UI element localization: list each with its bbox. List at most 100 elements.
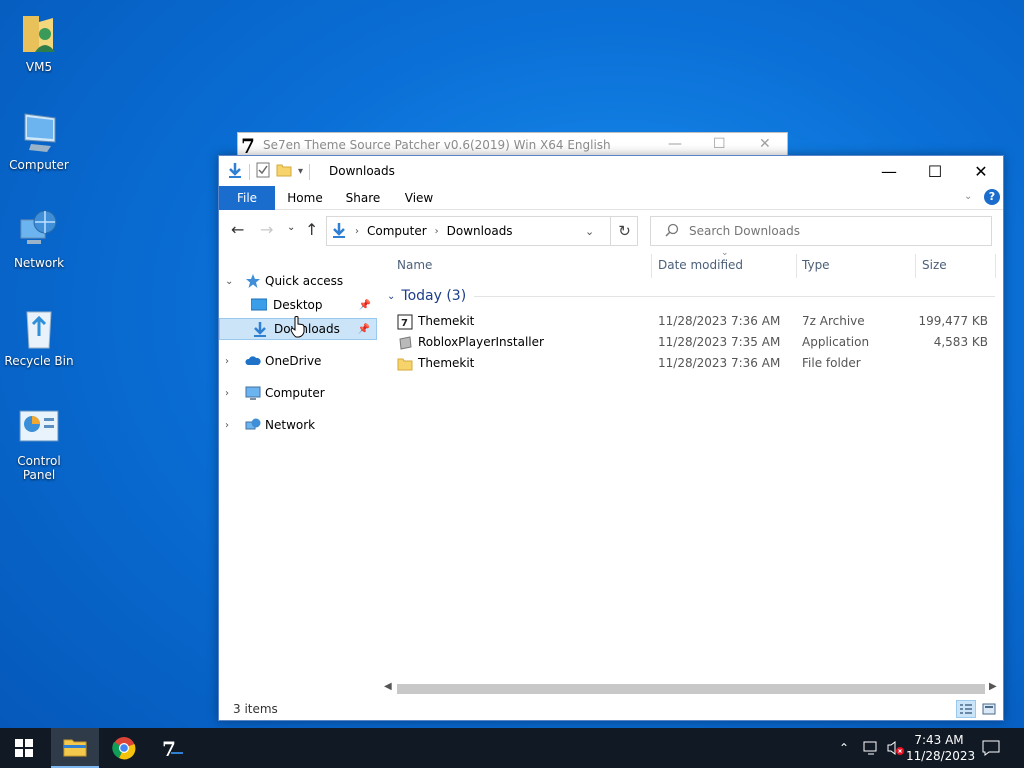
customize-toolbar-chevron-icon[interactable]: ▾ <box>298 166 303 177</box>
file-type: File folder <box>802 356 861 370</box>
minimize-button[interactable]: — <box>866 156 912 186</box>
close-button[interactable]: ✕ <box>958 156 1004 186</box>
recent-locations-chevron-icon[interactable]: ⌄ <box>287 222 295 233</box>
network-status-icon[interactable] <box>862 728 880 768</box>
horizontal-scrollbar[interactable]: ◀ ▶ <box>381 681 1001 697</box>
archive-icon: 7 <box>397 314 413 330</box>
pin-icon[interactable]: 📌 <box>358 324 370 335</box>
minimize-icon[interactable]: — <box>668 136 682 152</box>
desktop-icon-label: Recycle Bin <box>4 354 74 368</box>
column-header-size[interactable]: Size <box>922 250 947 280</box>
column-header-type[interactable]: Type <box>802 250 830 280</box>
divider <box>249 163 250 180</box>
desktop-icon-recycle-bin[interactable]: Recycle Bin <box>0 306 78 368</box>
group-header-today[interactable]: ⌄ Today (3) <box>385 286 995 306</box>
desktop-icon-computer[interactable]: Computer <box>0 110 78 172</box>
file-name: RobloxPlayerInstaller <box>418 335 544 349</box>
breadcrumb-separator-icon: › <box>434 225 439 237</box>
scrollbar-thumb[interactable] <box>397 684 985 694</box>
properties-icon[interactable] <box>256 162 270 181</box>
desktop-icon-control-panel[interactable]: Control Panel <box>0 406 78 482</box>
divider <box>474 295 995 297</box>
patcher-window-title: Se7en Theme Source Patcher v0.6(2019) Wi… <box>263 138 611 152</box>
desktop-icon-vm5[interactable]: VM5 <box>0 12 78 74</box>
collapse-chevron-icon[interactable]: ⌄ <box>387 291 395 302</box>
file-date: 11/28/2023 7:36 AM <box>658 356 781 370</box>
address-dropdown-icon[interactable]: ⌄ <box>585 225 594 238</box>
breadcrumb-downloads[interactable]: Downloads <box>447 224 513 238</box>
maximize-button[interactable]: ☐ <box>912 156 958 186</box>
taskbar-chrome[interactable] <box>100 728 148 768</box>
maximize-icon[interactable]: ☐ <box>713 136 726 152</box>
mouse-cursor-icon <box>290 316 306 341</box>
up-arrow-icon[interactable]: ↑ <box>305 220 318 239</box>
file-date: 11/28/2023 7:35 AM <box>658 335 781 349</box>
system-clock[interactable]: 7:43 AM 11/28/2023 <box>906 732 975 764</box>
table-row[interactable]: Themekit 11/28/2023 7:36 AM File folder <box>385 353 995 374</box>
nav-item-quick-access[interactable]: ⌄ Quick access <box>219 270 377 292</box>
nav-item-network[interactable]: › Network <box>219 414 377 436</box>
table-row[interactable]: 7 Themekit 11/28/2023 7:36 AM 7z Archive… <box>385 311 995 332</box>
desktop-icon-label: Network <box>13 256 65 270</box>
file-list: ⌄ Name Date modified Type Size ⌄ Today (… <box>385 248 1003 680</box>
expand-ribbon-icon[interactable]: ⌄ <box>964 191 972 202</box>
back-arrow-icon[interactable]: ← <box>231 220 244 239</box>
expand-chevron-icon[interactable]: › <box>225 356 229 367</box>
file-type: Application <box>802 335 870 349</box>
downloads-arrow-icon <box>331 222 347 241</box>
folder-icon <box>397 356 413 372</box>
nav-item-onedrive[interactable]: › OneDrive <box>219 350 377 372</box>
file-explorer-window[interactable]: ▾ Downloads — ☐ ✕ File Home Share View ⌄… <box>218 155 1004 721</box>
column-header-name[interactable]: Name <box>397 250 432 280</box>
breadcrumb-computer[interactable]: Computer <box>367 224 427 238</box>
file-size: 4,583 KB <box>933 335 988 349</box>
forward-arrow-icon[interactable]: → <box>260 220 273 239</box>
search-box[interactable] <box>650 216 992 246</box>
column-divider[interactable] <box>796 254 797 278</box>
scroll-left-icon[interactable]: ◀ <box>384 681 392 692</box>
collapse-chevron-icon[interactable]: ⌄ <box>225 276 233 287</box>
pin-icon[interactable]: 📌 <box>359 300 371 311</box>
network-icon <box>17 208 61 252</box>
column-divider[interactable] <box>651 254 652 278</box>
refresh-button[interactable]: ↻ <box>610 216 638 246</box>
show-hidden-icons-chevron-icon[interactable]: ⌃ <box>839 728 849 768</box>
nav-label: Network <box>265 418 316 432</box>
ribbon: File Home Share View ⌄ ? <box>219 186 1003 210</box>
tab-home[interactable]: Home <box>279 186 331 210</box>
address-bar[interactable]: › Computer › Downloads ⌄ <box>326 216 638 246</box>
recycle-bin-icon <box>17 306 61 350</box>
notifications-icon[interactable] <box>982 728 1000 768</box>
desktop-icon-network[interactable]: Network <box>0 208 78 270</box>
computer-icon <box>245 385 261 401</box>
expand-chevron-icon[interactable]: › <box>225 388 229 399</box>
expand-chevron-icon[interactable]: › <box>225 420 229 431</box>
tab-file[interactable]: File <box>219 186 275 210</box>
taskbar-file-explorer[interactable] <box>51 728 99 768</box>
nav-item-computer[interactable]: › Computer <box>219 382 377 404</box>
control-panel-icon <box>17 406 61 450</box>
column-divider[interactable] <box>995 254 996 278</box>
file-type: 7z Archive <box>802 314 865 328</box>
column-divider[interactable] <box>915 254 916 278</box>
help-icon[interactable]: ? <box>984 189 1000 205</box>
search-input[interactable] <box>689 224 989 238</box>
title-bar[interactable]: ▾ Downloads — ☐ ✕ <box>219 156 1003 186</box>
tab-share[interactable]: Share <box>337 186 389 210</box>
start-button[interactable] <box>0 728 48 768</box>
nav-item-desktop[interactable]: Desktop 📌 <box>219 294 377 316</box>
column-header-date-modified[interactable]: Date modified <box>658 250 743 280</box>
volume-muted-icon[interactable] <box>886 728 906 768</box>
new-folder-icon[interactable] <box>276 163 292 180</box>
tab-view[interactable]: View <box>395 186 443 210</box>
taskbar-7zip-patcher[interactable]: 7 <box>148 728 196 768</box>
details-view-button[interactable] <box>956 700 976 718</box>
file-date: 11/28/2023 7:36 AM <box>658 314 781 328</box>
downloads-arrow-icon <box>252 321 268 337</box>
seven-zip-icon: 7 <box>162 737 183 759</box>
large-icons-view-button[interactable] <box>979 700 999 718</box>
close-icon[interactable]: ✕ <box>759 136 771 152</box>
table-row[interactable]: RobloxPlayerInstaller 11/28/2023 7:35 AM… <box>385 332 995 353</box>
window-title: Downloads <box>329 164 395 178</box>
scroll-right-icon[interactable]: ▶ <box>989 681 997 692</box>
